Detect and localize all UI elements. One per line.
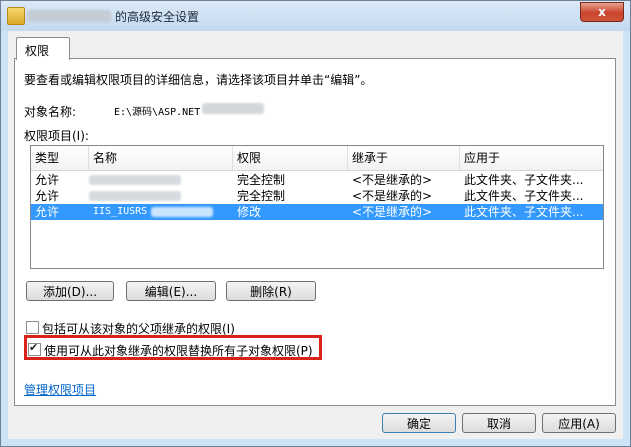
column-name[interactable]: 名称	[89, 146, 233, 170]
name-redacted	[151, 207, 213, 217]
close-button[interactable]: x	[580, 2, 624, 22]
cell-permission: 修改	[237, 205, 262, 219]
cell-type: 允许	[35, 205, 60, 219]
include-inherited-checkbox[interactable]	[26, 321, 39, 334]
name-redacted	[89, 191, 181, 201]
delete-button[interactable]: 删除(R)	[226, 281, 316, 301]
permission-list[interactable]: 类型 名称 权限 继承于 应用于 允许 完全控制 <不是继承的> 此文件夹、子文…	[30, 145, 604, 269]
dialog-window: 的高级安全设置 x 权限 要查看或编辑权限项目的详细信息，请选择该项目并单击“编…	[0, 0, 631, 447]
folder-icon	[7, 7, 25, 25]
ok-button[interactable]: 确定	[382, 413, 456, 433]
cell-name: IIS_IUSRS	[93, 206, 148, 217]
intro-text: 要查看或编辑权限项目的详细信息，请选择该项目并单击“编辑”。	[24, 73, 373, 87]
title-redacted	[27, 10, 111, 22]
cell-type: 允许	[35, 173, 60, 187]
add-button[interactable]: 添加(D)...	[26, 281, 114, 301]
edit-button[interactable]: 编辑(E)...	[126, 281, 216, 301]
column-permission[interactable]: 权限	[233, 146, 348, 170]
object-name-label: 对象名称:	[24, 105, 77, 119]
column-type[interactable]: 类型	[31, 146, 89, 170]
replace-child-permissions-checkbox[interactable]	[28, 341, 41, 356]
permission-items-label: 权限项目(I):	[24, 129, 89, 143]
cell-inherited-from: <不是继承的>	[352, 173, 433, 187]
table-row-selected[interactable]: 允许 IIS_IUSRS 修改 <不是继承的> 此文件夹、子文件夹...	[31, 204, 603, 220]
cell-applies-to: 此文件夹、子文件夹...	[464, 189, 584, 203]
column-applies-to[interactable]: 应用于	[460, 146, 603, 170]
dialog-client: 权限 要查看或编辑权限项目的详细信息，请选择该项目并单击“编辑”。 对象名称: …	[8, 31, 623, 439]
cell-permission: 完全控制	[237, 173, 286, 187]
name-redacted	[89, 175, 181, 185]
cell-applies-to: 此文件夹、子文件夹...	[464, 173, 584, 187]
cell-type: 允许	[35, 189, 60, 203]
object-name-value: E:\源码\ASP.NET	[114, 107, 201, 118]
object-path-redacted	[202, 103, 264, 114]
cell-permission: 完全控制	[237, 189, 286, 203]
title-bar[interactable]: 的高级安全设置 x	[1, 1, 630, 31]
column-inherited-from[interactable]: 继承于	[348, 146, 460, 170]
apply-button[interactable]: 应用(A)	[542, 413, 616, 433]
tab-permissions[interactable]: 权限	[16, 37, 70, 60]
cell-applies-to: 此文件夹、子文件夹...	[464, 205, 584, 219]
cancel-button[interactable]: 取消	[462, 413, 536, 433]
cell-inherited-from: <不是继承的>	[352, 205, 433, 219]
tab-label: 权限	[25, 44, 50, 58]
table-row[interactable]: 允许 完全控制 <不是继承的> 此文件夹、子文件夹...	[31, 188, 603, 204]
manage-permissions-link[interactable]: 管理权限项目	[24, 381, 96, 398]
table-row[interactable]: 允许 完全控制 <不是继承的> 此文件夹、子文件夹...	[31, 172, 603, 188]
window-title: 的高级安全设置	[115, 10, 200, 24]
list-header: 类型 名称 权限 继承于 应用于	[31, 146, 603, 171]
replace-child-permissions-label: 使用可从此对象继承的权限替换所有子对象权限(P)	[44, 344, 313, 358]
cell-inherited-from: <不是继承的>	[352, 189, 433, 203]
